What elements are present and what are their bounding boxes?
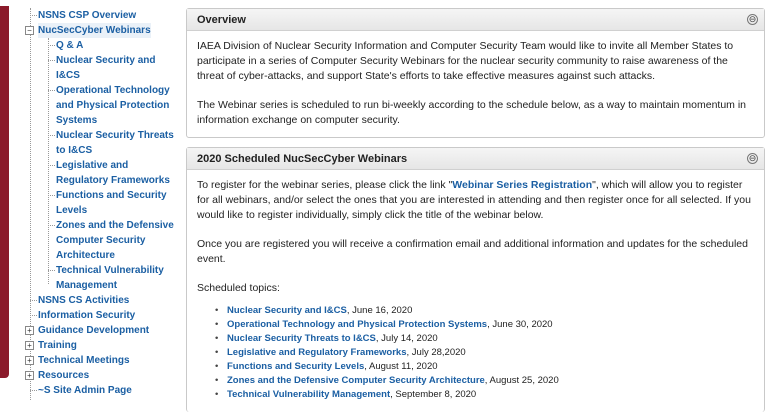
sidebar-item-training[interactable]: + Training bbox=[24, 338, 176, 353]
sidebar-item-nucseccyber-webinars[interactable]: − NucSecCyber Webinars bbox=[24, 23, 176, 38]
collapse-icon[interactable]: ⊖ bbox=[747, 153, 758, 164]
sidebar-item-guidance-development[interactable]: + Guidance Development bbox=[24, 323, 176, 338]
topic-date: , September 8, 2020 bbox=[390, 389, 477, 400]
expand-tree-icon[interactable]: + bbox=[25, 341, 34, 350]
registration-text: To register for the webinar series, plea… bbox=[197, 178, 754, 223]
scheduled-topics-heading: Scheduled topics: bbox=[197, 282, 280, 294]
sidebar-item-information-security[interactable]: Information Security bbox=[24, 308, 176, 323]
sidebar-item-label: Guidance Development bbox=[38, 325, 150, 336]
registration-text-pre: To register for the webinar series, plea… bbox=[197, 179, 453, 191]
sidebar-item-nsns-csp-overview[interactable]: NSNS CSP Overview bbox=[24, 8, 176, 23]
sidebar-item-label: Resources bbox=[38, 370, 90, 381]
overview-title: Overview bbox=[197, 14, 246, 26]
sidebar-item-label: Functions and Security Levels bbox=[56, 190, 167, 216]
topic-link[interactable]: Legislative and Regulatory Frameworks bbox=[227, 347, 407, 358]
webinars-panel: 2020 Scheduled NucSecCyber Webinars ⊖ To… bbox=[186, 147, 765, 412]
webinars-title: 2020 Scheduled NucSecCyber Webinars bbox=[197, 153, 408, 165]
sidebar-item-label: Technical Vulnerability Management bbox=[56, 265, 164, 291]
list-item: Nuclear Security and I&CS, June 16, 2020 bbox=[215, 304, 754, 318]
sidebar-item-label: Technical Meetings bbox=[38, 355, 130, 366]
overview-intro-text: IAEA Division of Nuclear Security Inform… bbox=[197, 40, 734, 82]
topic-date: , June 30, 2020 bbox=[487, 319, 553, 330]
sidebar-item-label: Q & A bbox=[56, 40, 84, 51]
expand-tree-icon[interactable]: + bbox=[25, 356, 34, 365]
list-item: Legislative and Regulatory Frameworks, J… bbox=[215, 346, 754, 360]
list-item: Zones and the Defensive Computer Securit… bbox=[215, 374, 754, 388]
sidebar-item-legislative-frameworks[interactable]: Legislative and Regulatory Frameworks bbox=[24, 158, 176, 188]
sidebar-item-operational-technology[interactable]: Operational Technology and Physical Prot… bbox=[24, 83, 176, 128]
sidebar-item-label: NSNS CSP Overview bbox=[38, 10, 137, 21]
nav-tree: NSNS CSP Overview − NucSecCyber Webinars… bbox=[24, 8, 176, 400]
overview-schedule-text: The Webinar series is scheduled to run b… bbox=[197, 99, 747, 126]
topic-link[interactable]: Zones and the Defensive Computer Securit… bbox=[227, 375, 485, 386]
sidebar-item-label: Operational Technology and Physical Prot… bbox=[56, 85, 170, 126]
sidebar-nav: NSNS CSP Overview − NucSecCyber Webinars… bbox=[24, 8, 176, 412]
expand-tree-icon[interactable]: + bbox=[25, 326, 34, 335]
sidebar-item-site-admin-page[interactable]: ~S Site Admin Page bbox=[24, 383, 176, 398]
sidebar-item-q-and-a[interactable]: Q & A bbox=[24, 38, 176, 53]
topic-date: , August 25, 2020 bbox=[484, 375, 559, 386]
sidebar-item-security-threats[interactable]: Nuclear Security Threats to I&CS bbox=[24, 128, 176, 158]
topic-link[interactable]: Technical Vulnerability Management bbox=[227, 389, 390, 400]
expand-tree-icon[interactable]: + bbox=[25, 371, 34, 380]
topic-link[interactable]: Operational Technology and Physical Prot… bbox=[227, 319, 487, 330]
topic-date: , August 11, 2020 bbox=[364, 361, 438, 372]
topic-link[interactable]: Functions and Security Levels bbox=[227, 361, 364, 372]
left-accent-bar bbox=[0, 6, 9, 378]
overview-panel: Overview ⊖ IAEA Division of Nuclear Secu… bbox=[186, 8, 765, 138]
overview-body: IAEA Division of Nuclear Security Inform… bbox=[187, 31, 764, 128]
list-item: Operational Technology and Physical Prot… bbox=[215, 318, 754, 332]
list-item: Functions and Security Levels, August 11… bbox=[215, 360, 754, 374]
sidebar-item-vulnerability-management[interactable]: Technical Vulnerability Management bbox=[24, 263, 176, 293]
sidebar-item-resources[interactable]: + Resources bbox=[24, 368, 176, 383]
sidebar-item-label: Legislative and Regulatory Frameworks bbox=[56, 160, 170, 186]
topic-link[interactable]: Nuclear Security Threats to I&CS bbox=[227, 333, 376, 344]
sidebar-item-technical-meetings[interactable]: + Technical Meetings bbox=[24, 353, 176, 368]
sidebar-item-label: Nuclear Security Threats to I&CS bbox=[56, 130, 174, 156]
webinar-registration-link[interactable]: Webinar Series Registration bbox=[452, 179, 592, 191]
sidebar-item-label: NSNS CS Activities bbox=[38, 295, 130, 306]
topics-list: Nuclear Security and I&CS, June 16, 2020… bbox=[215, 304, 754, 402]
topic-date: , July 28,2020 bbox=[406, 347, 466, 358]
sidebar-item-functions-security-levels[interactable]: Functions and Security Levels bbox=[24, 188, 176, 218]
list-item: Nuclear Security Threats to I&CS, July 1… bbox=[215, 332, 754, 346]
list-item: Technical Vulnerability Management, Sept… bbox=[215, 388, 754, 402]
sidebar-item-nuclear-security-ics[interactable]: Nuclear Security and I&CS bbox=[24, 53, 176, 83]
webinars-panel-header[interactable]: 2020 Scheduled NucSecCyber Webinars ⊖ bbox=[187, 148, 764, 170]
topic-date: , July 14, 2020 bbox=[375, 333, 438, 344]
sidebar-item-label: Information Security bbox=[38, 310, 136, 321]
sidebar-item-label: NucSecCyber Webinars bbox=[38, 23, 151, 38]
collapse-icon[interactable]: ⊖ bbox=[747, 14, 758, 25]
collapse-tree-icon[interactable]: − bbox=[25, 26, 34, 35]
webinars-body: To register for the webinar series, plea… bbox=[187, 170, 764, 402]
sidebar-item-nsns-cs-activities[interactable]: NSNS CS Activities bbox=[24, 293, 176, 308]
sidebar-item-label: Zones and the Defensive Computer Securit… bbox=[56, 220, 174, 261]
topic-link[interactable]: Nuclear Security and I&CS bbox=[227, 305, 347, 316]
sidebar-item-zones-architecture[interactable]: Zones and the Defensive Computer Securit… bbox=[24, 218, 176, 263]
sidebar-item-label: Training bbox=[38, 340, 77, 351]
sidebar-item-label: ~S Site Admin Page bbox=[38, 385, 132, 396]
topic-date: , June 16, 2020 bbox=[346, 305, 413, 316]
sidebar-item-label: Nuclear Security and I&CS bbox=[56, 55, 156, 81]
overview-panel-header[interactable]: Overview ⊖ bbox=[187, 9, 764, 31]
confirmation-text: Once you are registered you will receive… bbox=[197, 238, 748, 265]
